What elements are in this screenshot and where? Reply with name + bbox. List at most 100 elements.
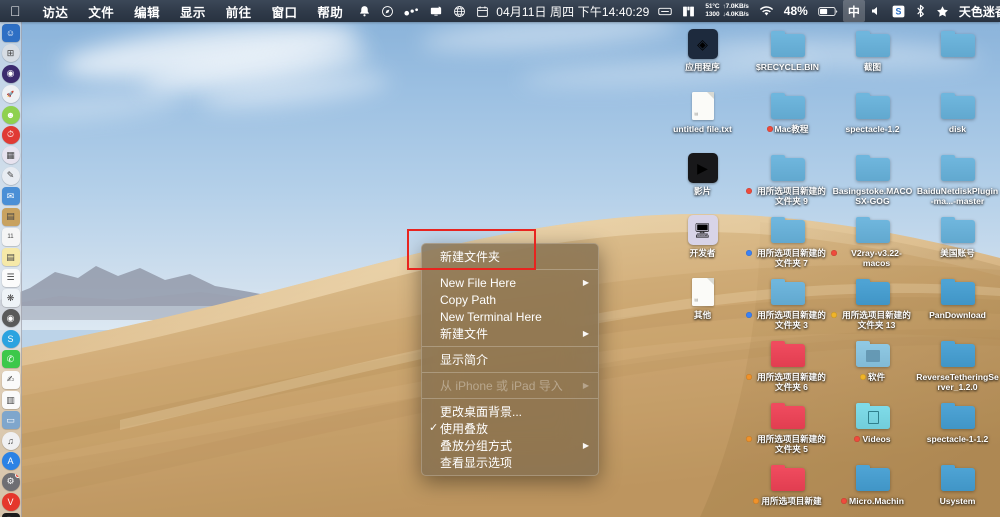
context-menu-item[interactable]: New File Here ▶ [422, 274, 598, 291]
wifi-icon[interactable] [754, 0, 779, 22]
dock-item-safari[interactable]: ◉ [1, 64, 20, 83]
desktop-icon[interactable]: 用所选项目新建的文件夹 6 [745, 334, 830, 396]
system-monitor-status[interactable]: 51°C ↑7.0KB/s 1300 ↓4.0KB/s [700, 0, 753, 22]
menu-edit[interactable]: 编辑 [124, 2, 170, 21]
context-menu-item[interactable]: 更改桌面背景... [422, 403, 598, 420]
dock-item-whatsapp[interactable]: ✆ [1, 350, 20, 369]
desktop-icon[interactable]: 用所选项目新建 [745, 458, 830, 517]
dock[interactable]: ☺⊞◉🚀☻⏱▦✎✉▤11▤☰❋◉S✆✍▥▭♫A⚙V▌▌▌PY◐ [0, 22, 22, 517]
dock-item-calculator[interactable]: ▦ [1, 146, 20, 165]
menu-file[interactable]: 文件 [78, 2, 124, 21]
dock-item-notes[interactable]: ▤ [1, 248, 20, 267]
dock-item-calendar[interactable]: 11 [1, 227, 20, 246]
desktop-icon[interactable]: ▤ 其他 [660, 272, 745, 334]
calendar-icon[interactable] [471, 0, 494, 22]
context-menu-item-label: 从 iPhone 或 iPad 导入 [440, 379, 563, 393]
dock-item-terminal[interactable]: ▌ [1, 513, 20, 517]
dock-item-vivaldi[interactable]: V [1, 492, 20, 511]
dock-item-rocket[interactable]: 🚀 [1, 85, 20, 104]
user-name-label[interactable]: 天色迷香 [954, 0, 1000, 22]
desktop-icon[interactable]: ▤ untitled file.txt [660, 86, 745, 148]
apple-menu-icon[interactable]:  [0, 4, 33, 18]
desktop-icon[interactable]: $RECYCLE.BIN [745, 24, 830, 86]
context-menu-item[interactable]: ✓ 使用叠放 [422, 420, 598, 437]
desktop-icon-label: 用所选项目新建的文件夹 6 [745, 372, 830, 392]
desktop-icon[interactable]: ReverseTetheringServer_1.2.0 [915, 334, 1000, 396]
battery-icon[interactable] [813, 0, 843, 22]
desktop-icon[interactable]: Micro.Machin [830, 458, 915, 517]
desktop-icon[interactable]: 软件 [830, 334, 915, 396]
dock-item-music[interactable]: ♫ [1, 431, 20, 450]
bluetooth-icon[interactable] [910, 0, 931, 22]
context-menu-item[interactable]: 显示简介 [422, 351, 598, 368]
desktop-icon[interactable]: 截图 [830, 24, 915, 86]
desktop-icon[interactable]: spectacle-1.2 [830, 86, 915, 148]
dock-item-pages[interactable]: ✍ [1, 370, 20, 389]
dock-item-skype[interactable]: S [1, 329, 20, 348]
dock-item-numbers[interactable]: ▥ [1, 391, 20, 410]
bell-icon[interactable] [353, 0, 376, 22]
desktop-icon[interactable]: PanDownload [915, 272, 1000, 334]
menu-bar-clock[interactable]: 04月11日 周四 下午14:40:29 [494, 0, 653, 22]
globe-icon[interactable] [448, 0, 471, 22]
desktop-icon[interactable]: BaiduNetdiskPlugin-ma...-master [915, 148, 1000, 210]
desktop-icon[interactable]: ▶ 影片 [660, 148, 745, 210]
menu-help[interactable]: 帮助 [307, 2, 353, 21]
desktop-icon[interactable]: 🖥 开发者 [660, 210, 745, 272]
desktop-icon[interactable]: 美国账号 [915, 210, 1000, 272]
dock-item-wechat[interactable]: ☻ [1, 105, 20, 124]
desktop-icon-name: 用所选项目新建的文件夹 13 [842, 310, 911, 330]
dock-item-settings[interactable]: ⚙ [1, 472, 20, 491]
dock-item-finder[interactable]: ☺ [1, 24, 20, 42]
context-menu-item[interactable]: 查看显示选项 [422, 454, 598, 471]
context-menu-item[interactable]: 新建文件夹 [422, 248, 598, 265]
context-menu-item[interactable]: 新建文件 ▶ [422, 325, 598, 342]
volume-icon[interactable] [865, 0, 887, 22]
dock-item-glyph: ◉ [6, 68, 15, 79]
input-method-indicator[interactable]: 中 [842, 0, 865, 22]
dock-item-launchpad[interactable]: ⊞ [1, 44, 20, 63]
window-manager-icon[interactable] [677, 0, 700, 22]
compass-icon[interactable] [376, 0, 399, 22]
desktop-icon[interactable]: Basingstoke.MACOSX-GOG [830, 148, 915, 210]
dock-item-notes-blue[interactable]: ✎ [1, 166, 20, 185]
dock-item-mail[interactable]: ✉ [1, 187, 20, 206]
desktop-icon[interactable]: Videos [830, 396, 915, 458]
dock-item-book[interactable]: ▤ [1, 207, 20, 226]
menu-view[interactable]: 显示 [170, 2, 216, 21]
desktop-icon[interactable]: spectacle-1-1.2 [915, 396, 1000, 458]
finder-tag-dot [766, 126, 773, 132]
trackpad-icon[interactable] [653, 0, 677, 22]
dock-item-color[interactable]: ◉ [1, 309, 20, 328]
desktop-icon[interactable]: Mac教程 [745, 86, 830, 148]
dock-item-keynote[interactable]: ▭ [1, 411, 20, 430]
dock-item-reminders[interactable]: ☰ [1, 268, 20, 287]
context-menu-item[interactable]: Copy Path [422, 291, 598, 308]
dock-item-photos[interactable]: ❋ [1, 289, 20, 308]
context-menu-item[interactable]: 叠放分组方式 ▶ [422, 437, 598, 454]
desktop-icon[interactable]: 用所选项目新建的文件夹 7 [745, 210, 830, 272]
star-icon[interactable] [931, 0, 954, 22]
menu-finder[interactable]: 访达 [33, 2, 79, 21]
desktop-icon[interactable]: ◈ 应用程序 [660, 24, 745, 86]
desktop-icon[interactable]: 用所选项目新建的文件夹 3 [745, 272, 830, 334]
desktop-icon[interactable]: V2ray-v3.22-macos [830, 210, 915, 272]
context-menu-item-label: 更改桌面背景... [440, 405, 523, 419]
sogou-icon[interactable]: S [887, 0, 910, 22]
desktop-icon[interactable] [915, 24, 1000, 86]
finder-context-menu[interactable]: 新建文件夹 New File Here ▶ Copy Path New Terminal… [421, 243, 599, 476]
desktop-icon[interactable]: 用所选项目新建的文件夹 5 [745, 396, 830, 458]
menu-window[interactable]: 窗口 [262, 2, 308, 21]
context-menu-item[interactable]: New Terminal Here [422, 308, 598, 325]
dock-item-glyph: ☰ [6, 272, 15, 283]
desktop-icon[interactable]: 用所选项目新建的文件夹 13 [830, 272, 915, 334]
dock-item-appstore[interactable]: A [1, 452, 20, 471]
dots-icon[interactable] [399, 0, 424, 22]
desktop-icon[interactable]: disk [915, 86, 1000, 148]
menu-go[interactable]: 前往 [216, 2, 262, 21]
battery-percent[interactable]: 48% [779, 0, 813, 22]
display-icon[interactable] [424, 0, 448, 22]
desktop-icon[interactable]: Usystem [915, 458, 1000, 517]
desktop-icon[interactable]: 用所选项目新建的文件夹 9 [745, 148, 830, 210]
dock-item-clock[interactable]: ⏱ [1, 125, 20, 144]
